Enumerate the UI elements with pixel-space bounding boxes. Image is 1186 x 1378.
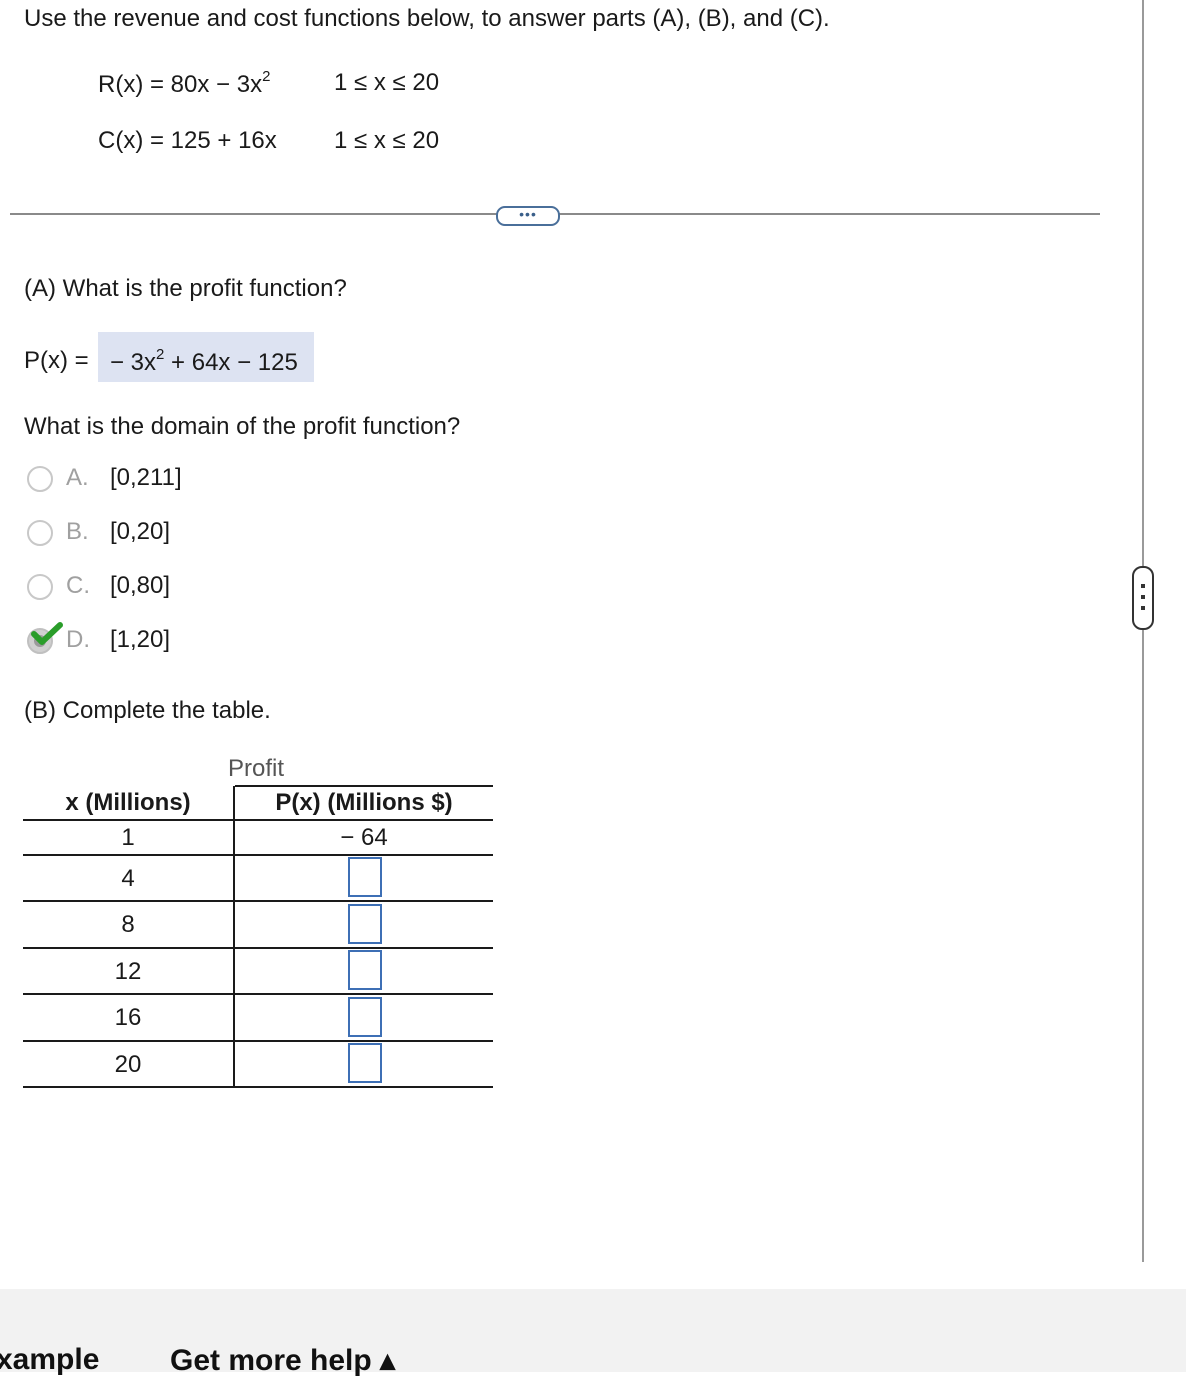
revenue-function: R(x) = 80x − 3x2 [98,68,271,98]
table-rule [23,900,493,902]
option-d-text[interactable]: [1,20] [110,628,170,652]
profit-input-x12[interactable] [348,950,382,990]
table-rule [23,1040,493,1042]
instructions-text: Use the revenue and cost functions below… [24,5,830,32]
option-c-letter: C. [66,572,90,599]
correct-check-icon [31,622,63,645]
col-header-x: x (Millions) [65,789,191,816]
domain-question: What is the domain of the profit functio… [24,413,461,440]
table-row-x: 1 [121,824,135,851]
revenue-domain: 1 ≤ x ≤ 20 [334,69,440,96]
side-panel-divider [1142,0,1144,1262]
dot-icon [1141,606,1145,610]
table-row-x: 20 [114,1051,142,1078]
option-b-letter: B. [66,518,89,545]
col-header-profit: P(x) (Millions $) [275,789,453,816]
table-rule [23,993,493,995]
footer-bar: xample Get more help ▴ [0,1289,1186,1377]
profit-input-x8[interactable] [348,904,382,944]
cost-function: C(x) = 125 + 16x [98,127,277,154]
dot-icon [1141,595,1145,599]
table-rule [23,854,493,856]
option-a-radio[interactable] [27,466,53,492]
table-rule [235,785,493,787]
expand-more-button[interactable]: ••• [496,206,560,226]
table-rule [23,819,493,821]
profit-input-x4[interactable] [348,857,382,897]
get-more-help-button[interactable]: Get more help ▴ [170,1343,395,1378]
option-b-text[interactable]: [0,20] [110,520,170,544]
option-a-text[interactable]: [0,211] [110,466,182,490]
table-group-header: Profit [228,755,285,782]
option-c-text[interactable]: [0,80] [110,574,170,598]
revenue-exponent: 2 [262,68,271,85]
profit-prefix: P(x) = [24,347,89,374]
profit-input-x16[interactable] [348,997,382,1037]
option-a-letter: A. [66,464,89,491]
profit-answer-lead: − 3x [110,349,157,376]
cost-domain: 1 ≤ x ≤ 20 [334,127,440,154]
option-c-radio[interactable] [27,574,53,600]
part-a-question: (A) What is the profit function? [24,275,347,302]
table-row-x: 16 [114,1004,142,1031]
table-row-x: 4 [121,865,135,892]
option-d-letter: D. [66,626,90,653]
table-row-profit: − 64 [340,824,388,851]
profit-answer-field[interactable]: − 3x2 + 64x − 125 [98,332,314,382]
dot-icon [1141,584,1145,588]
profit-answer-tail: + 64x − 125 [164,349,298,376]
profit-answer-exponent: 2 [156,346,165,363]
side-panel-toggle-button[interactable] [1132,566,1154,630]
table-row-x: 8 [121,911,135,938]
option-b-radio[interactable] [27,520,53,546]
table-rule [23,1086,493,1088]
part-b-prompt: (B) Complete the table. [24,697,271,724]
revenue-label: R(x) = 80x − 3x [98,71,263,98]
table-rule [23,947,493,949]
profit-answer-value: − 3x2 + 64x − 125 [110,346,298,376]
table-row-x: 12 [114,958,142,985]
profit-input-x20[interactable] [348,1043,382,1083]
